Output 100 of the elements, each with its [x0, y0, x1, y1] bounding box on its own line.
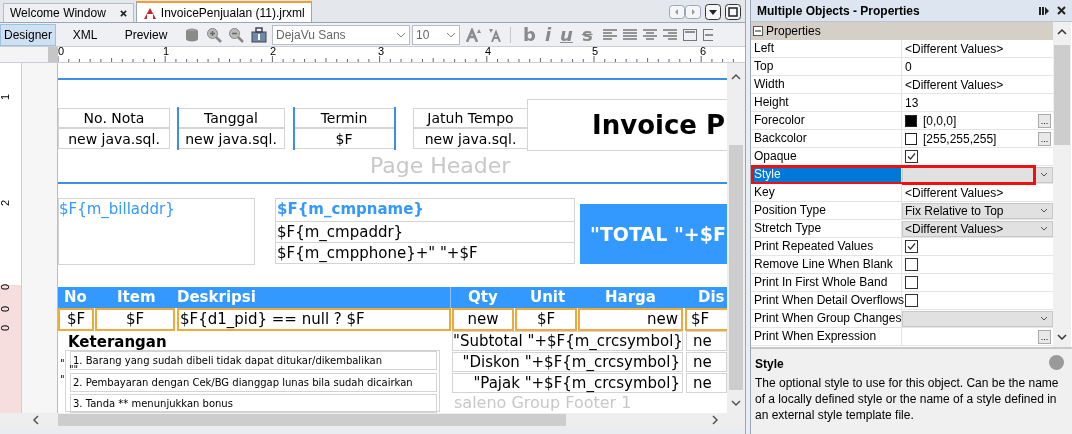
align-left-icon[interactable] — [602, 28, 617, 41]
scroll-right-icon[interactable] — [711, 415, 719, 425]
toolbox-icon[interactable] — [250, 25, 268, 44]
ruler-label: 5 — [592, 47, 599, 57]
note-text: 2. Pembayaran dengan Cek/BG dianggap lunas bila sudah dicairkan — [70, 373, 437, 392]
ellipsis-button[interactable]: ... — [1038, 131, 1051, 146]
property-name[interactable]: Print When Group Changes — [751, 310, 902, 327]
align-middle-icon[interactable] — [702, 28, 713, 41]
vertical-scrollbar[interactable] — [727, 63, 745, 413]
zoom-out-icon[interactable] — [228, 26, 244, 43]
collapse-icon[interactable] — [753, 26, 763, 36]
company-field: $F{m_cmpaddr} — [275, 221, 575, 243]
property-name[interactable]: Width — [751, 76, 902, 93]
property-name[interactable]: Forecolor — [751, 112, 902, 129]
checkbox[interactable] — [905, 294, 918, 307]
font-combo[interactable]: DejaVu Sans — [272, 24, 410, 45]
scroll-down-icon[interactable] — [1057, 334, 1067, 341]
ellipsis-button[interactable]: ... — [1038, 329, 1051, 344]
ruler-label: 2 — [0, 199, 12, 207]
chevron-down-icon — [446, 31, 456, 38]
summary-field: "Pajak "+$F{m_crcsymbol} — [452, 373, 683, 393]
size-combo[interactable]: 10 — [412, 24, 460, 45]
company-field: $F{m_cmpname} — [275, 198, 575, 222]
notes-title: Keterangan — [68, 333, 167, 351]
note-text: 3. Tanda ** menunjukkan bonus — [70, 394, 437, 413]
ellipsis-button[interactable]: ... — [1038, 113, 1051, 128]
align-right-icon[interactable] — [662, 28, 677, 41]
dropdown-field[interactable] — [902, 310, 1053, 327]
maximize-icon[interactable] — [725, 4, 741, 20]
property-name[interactable]: Stretch Type — [751, 220, 902, 237]
property-name[interactable]: Backcolor — [751, 130, 902, 147]
property-name[interactable]: Top — [751, 58, 902, 75]
scroll-up-icon[interactable] — [731, 73, 741, 81]
property-name[interactable]: Opaque — [751, 148, 902, 165]
column-header: Deskripsi — [177, 288, 256, 307]
property-value: 13 — [904, 94, 919, 112]
checkbox[interactable] — [905, 276, 918, 289]
property-value: [0,0,0] — [922, 112, 957, 130]
summary-value: ne — [686, 352, 727, 372]
scroll-down-icon[interactable] — [731, 399, 741, 407]
scroll-thumb[interactable] — [1054, 45, 1070, 145]
total-field: "TOTAL "+$F — [580, 204, 727, 264]
property-name[interactable]: Print When Expression — [751, 328, 902, 345]
font-grow-icon[interactable] — [466, 27, 482, 42]
chevron-down-icon — [1040, 316, 1048, 321]
detail-field: $F — [58, 308, 94, 331]
property-name[interactable]: Print When Detail Overflows — [751, 292, 902, 309]
scroll-left-icon[interactable] — [32, 415, 40, 425]
scroll-thumb[interactable] — [729, 145, 743, 390]
description-text: The optional style to use for this object. Can be the name of a locally defined style or the name of a style defined in an external style template file. — [755, 375, 1060, 423]
pin-icon[interactable] — [1039, 5, 1049, 16]
mode-tab[interactable]: XML — [56, 23, 114, 46]
close-icon[interactable] — [119, 9, 127, 17]
font-shrink-icon[interactable] — [488, 27, 504, 42]
field-value: new java.sql. — [177, 128, 285, 149]
align-top-icon[interactable] — [682, 28, 697, 41]
close-icon[interactable] — [1057, 6, 1066, 15]
align-center-icon[interactable] — [642, 28, 657, 41]
field-value: new java.sql. — [58, 128, 170, 149]
dropdown-icon[interactable] — [705, 4, 721, 20]
property-name[interactable]: Position Type — [751, 202, 902, 219]
property-name[interactable]: Height — [751, 94, 902, 111]
ruler-label: 0 — [58, 47, 65, 57]
field-label: Jatuh Tempo — [413, 108, 528, 128]
scroll-thumb[interactable] — [58, 414, 566, 426]
property-name[interactable]: Remove Line When Blank — [751, 256, 902, 273]
property-name[interactable]: Print Repeated Values — [751, 238, 902, 255]
dropdown-field[interactable]: Fix Relative to Top — [902, 202, 1053, 219]
align-justify-icon[interactable] — [622, 28, 637, 41]
checkbox[interactable] — [905, 150, 918, 163]
checkbox[interactable] — [905, 240, 918, 253]
database-icon[interactable] — [184, 26, 200, 43]
mode-tab[interactable]: Preview — [114, 23, 178, 46]
summary-value: ne — [686, 373, 727, 393]
property-name[interactable]: Key — [751, 184, 902, 201]
panel-title: Multiple Objects - Properties — [757, 2, 920, 20]
scroll-up-icon[interactable] — [1057, 28, 1067, 35]
field-value: new java.sql. — [413, 128, 528, 149]
section-header[interactable]: Properties — [751, 22, 1053, 40]
property-name[interactable]: Left — [751, 40, 902, 57]
property-value: <Different Values> — [904, 76, 1004, 94]
column-header: No — [64, 288, 87, 307]
property-value: <Different Values> — [904, 184, 1004, 202]
summary-field: "Diskon "+$F{m_crcsymbol} — [452, 352, 683, 372]
column-header: Qty — [468, 288, 498, 307]
description-title: Style — [755, 356, 784, 373]
mode-tab[interactable]: Designer — [0, 23, 56, 46]
dropdown-field[interactable]: <Different Values> — [902, 220, 1053, 237]
column-header: Item — [117, 288, 156, 307]
zoom-in-icon[interactable] — [206, 26, 222, 43]
editor-tab[interactable]: InvoicePenjualan (11).jrxml — [135, 1, 312, 22]
property-name[interactable]: Print In First Whole Band — [751, 274, 902, 291]
ruler-label: 2 — [270, 47, 277, 57]
vertical-scrollbar[interactable] — [1053, 22, 1071, 347]
help-icon[interactable] — [1049, 355, 1064, 370]
chevron-down-icon — [1040, 172, 1048, 177]
editor-tab[interactable]: Welcome Window — [3, 3, 134, 22]
checkbox[interactable] — [905, 258, 918, 271]
ruler-label: 6 — [700, 47, 707, 57]
detail-field: new — [452, 308, 514, 331]
